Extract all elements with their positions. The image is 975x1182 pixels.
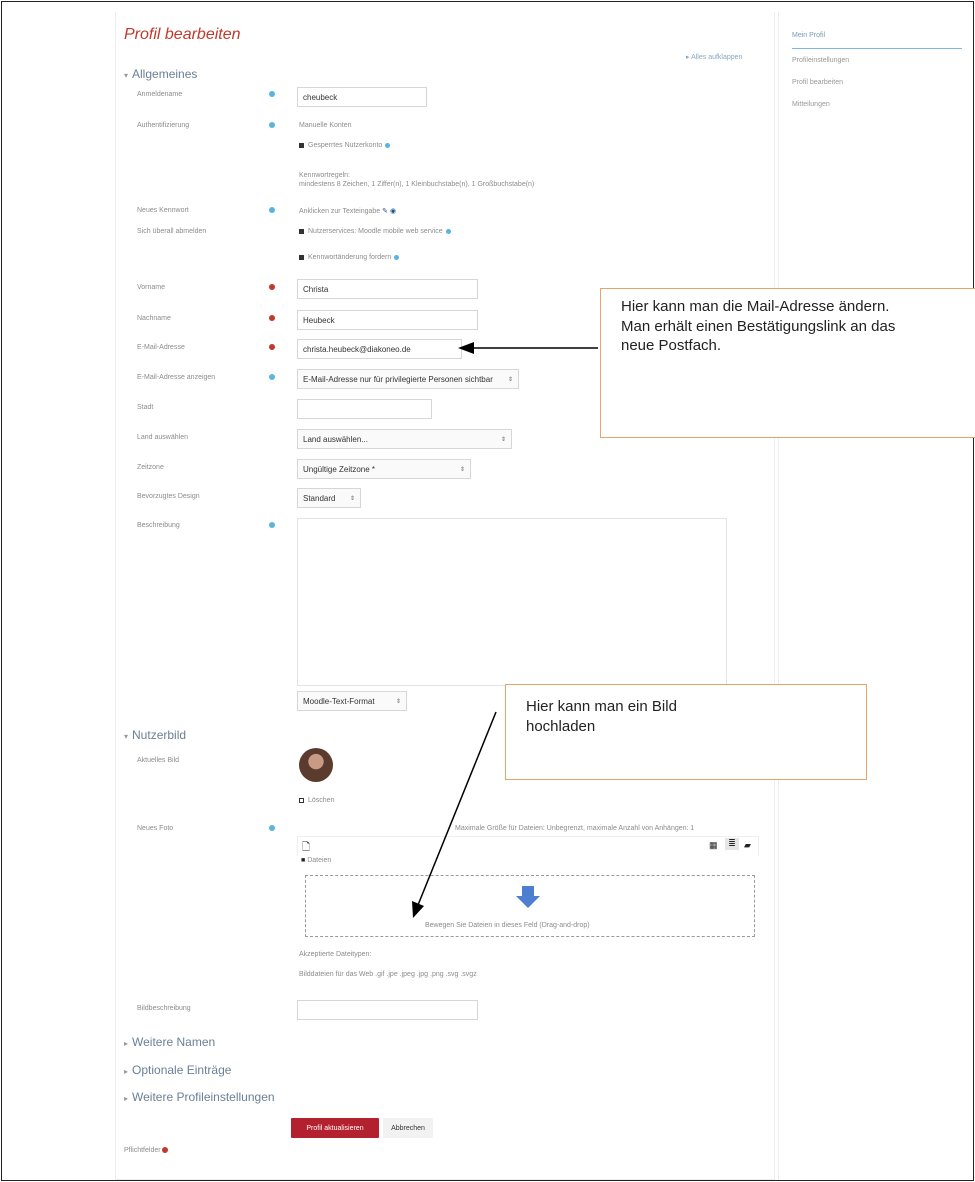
picture-arrow-head bbox=[412, 901, 424, 918]
email-arrow-head bbox=[458, 342, 474, 354]
picture-arrow bbox=[417, 711, 497, 906]
annotation-arrows bbox=[412, 342, 598, 918]
